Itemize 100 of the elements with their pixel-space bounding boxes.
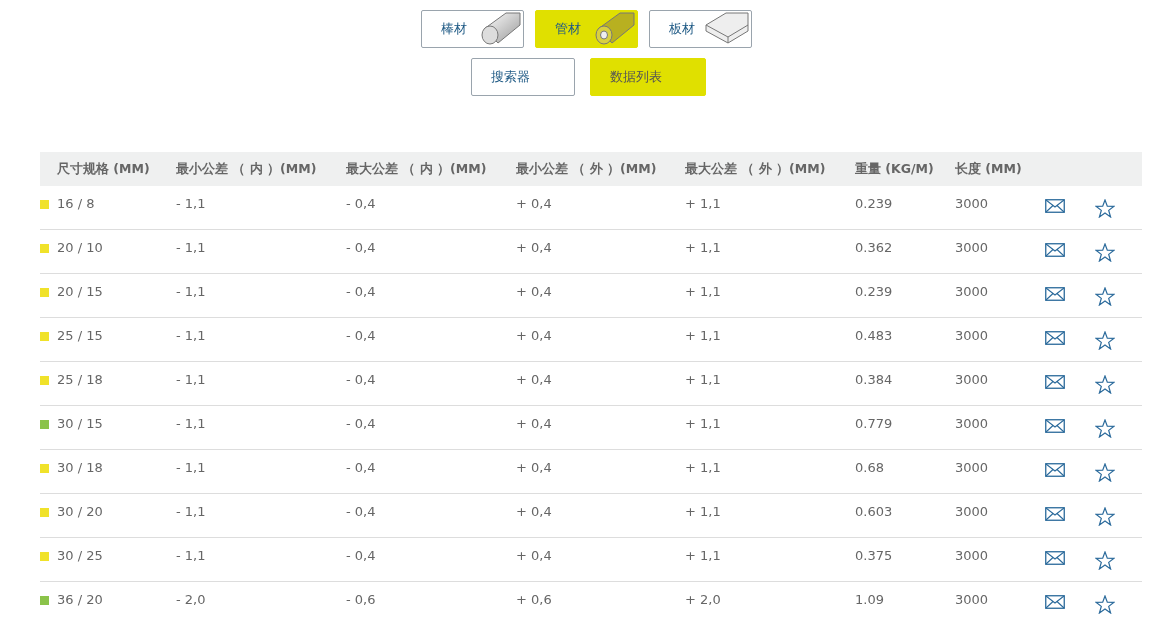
- table-cell-text: - 0,4: [346, 327, 377, 343]
- mail-icon[interactable]: [1045, 551, 1065, 565]
- star-icon[interactable]: [1095, 199, 1115, 218]
- table-cell-text: 3000: [955, 239, 990, 255]
- table-cell-text: + 0,4: [516, 415, 553, 431]
- table-cell-text: + 1,1: [685, 503, 722, 519]
- table-cell-text: 0.375: [855, 547, 894, 563]
- mail-icon[interactable]: [1045, 463, 1065, 477]
- table-cell-text: + 0,4: [516, 503, 553, 519]
- mail-icon[interactable]: [1045, 287, 1065, 301]
- material-tab[interactable]: 板材: [648, 10, 752, 48]
- table-cell-text: 0.483: [855, 327, 894, 343]
- mail-icon[interactable]: [1045, 595, 1065, 609]
- table-cell-text: - 0,4: [346, 283, 377, 299]
- table-cell-text: - 1,1: [176, 195, 207, 211]
- material-tab[interactable]: 棒材: [420, 10, 524, 48]
- table-cell-text: 0.362: [855, 239, 894, 255]
- table-cell-text: - 0,4: [346, 459, 377, 475]
- table-cell-text: - 1,1: [176, 503, 207, 519]
- table-cell-text: 3000: [955, 327, 990, 343]
- table-cell-text: 0.239: [855, 283, 894, 299]
- table-cell-text: 0.68: [855, 459, 885, 475]
- table-cell-text: - 0,4: [346, 547, 377, 563]
- column-header: 最小公差 （ 内 ）(MM): [176, 160, 318, 178]
- table-cell-text: 3000: [955, 547, 990, 563]
- table-cell-text: + 0,4: [516, 459, 553, 475]
- table-cell-text: 3000: [955, 195, 990, 211]
- star-icon[interactable]: [1095, 595, 1115, 614]
- table-cell-text: + 0,4: [516, 239, 553, 255]
- table-cell-text: 20 / 15: [57, 283, 104, 299]
- table-cell-text: 25 / 18: [57, 371, 104, 387]
- table-cell-text: 3000: [955, 459, 990, 475]
- column-header: 尺寸规格 (MM): [57, 160, 151, 178]
- table-cell-text: + 1,1: [685, 239, 722, 255]
- mail-icon[interactable]: [1045, 199, 1065, 213]
- table-cell-text: + 1,1: [685, 459, 722, 475]
- table-cell-text: 1.09: [855, 591, 885, 607]
- view-tab[interactable]: 数据列表: [589, 58, 706, 96]
- table-cell-text: 3000: [955, 415, 990, 431]
- material-tab[interactable]: 管材: [534, 10, 638, 48]
- star-icon[interactable]: [1095, 331, 1115, 350]
- table-cell-text: + 0,6: [516, 591, 553, 607]
- table-cell-text: + 1,1: [685, 195, 722, 211]
- column-header: 最大公差 （ 外 ）(MM): [685, 160, 827, 178]
- mail-icon[interactable]: [1045, 331, 1065, 345]
- table-cell-text: 0.384: [855, 371, 894, 387]
- table-cell-text: - 1,1: [176, 327, 207, 343]
- table-cell-text: 3000: [955, 503, 990, 519]
- table-cell-text: - 0,6: [346, 591, 377, 607]
- table-cell-text: - 1,1: [176, 459, 207, 475]
- column-header: 重量 (KG/M): [855, 160, 935, 178]
- table-cell-text: + 1,1: [685, 415, 722, 431]
- table-cell-text: - 1,1: [176, 415, 207, 431]
- table-cell-text: - 2,0: [176, 591, 207, 607]
- table-cell-text: + 0,4: [516, 283, 553, 299]
- table-cell-text: 3000: [955, 591, 990, 607]
- table-cell-text: + 1,1: [685, 327, 722, 343]
- table-cell-text: 30 / 15: [57, 415, 104, 431]
- star-icon[interactable]: [1095, 419, 1115, 438]
- mail-icon[interactable]: [1045, 507, 1065, 521]
- mail-icon[interactable]: [1045, 375, 1065, 389]
- table-cell-text: 30 / 25: [57, 547, 104, 563]
- view-tab[interactable]: 搜索器: [470, 58, 575, 96]
- table-cell-text: 0.239: [855, 195, 894, 211]
- table-cell-text: - 1,1: [176, 547, 207, 563]
- table-cell-text: 30 / 18: [57, 459, 104, 475]
- star-icon[interactable]: [1095, 375, 1115, 394]
- table-cell-text: + 2,0: [685, 591, 722, 607]
- star-icon[interactable]: [1095, 551, 1115, 570]
- table-cell-text: + 0,4: [516, 327, 553, 343]
- table-cell-text: 16 / 8: [57, 195, 96, 211]
- star-icon[interactable]: [1095, 243, 1115, 262]
- mail-icon[interactable]: [1045, 419, 1065, 433]
- table-cell-text: - 1,1: [176, 283, 207, 299]
- mail-icon[interactable]: [1045, 243, 1065, 257]
- table-cell-text: - 1,1: [176, 239, 207, 255]
- table-cell-text: + 0,4: [516, 547, 553, 563]
- table-cell-text: + 1,1: [685, 283, 722, 299]
- star-icon[interactable]: [1095, 507, 1115, 526]
- table-cell-text: 36 / 20: [57, 591, 104, 607]
- star-icon[interactable]: [1095, 463, 1115, 482]
- table-cell-text: - 1,1: [176, 371, 207, 387]
- table-cell-text: 25 / 15: [57, 327, 104, 343]
- column-header: 最大公差 （ 内 ）(MM): [346, 160, 488, 178]
- column-header: 长度 (MM): [955, 160, 1023, 178]
- table-cell-text: 0.779: [855, 415, 894, 431]
- table-cell-text: + 0,4: [516, 195, 553, 211]
- table-cell-text: - 0,4: [346, 415, 377, 431]
- table-cell-text: - 0,4: [346, 503, 377, 519]
- table-cell-text: - 0,4: [346, 371, 377, 387]
- column-header: 最小公差 （ 外 ）(MM): [516, 160, 658, 178]
- table-cell-text: 30 / 20: [57, 503, 104, 519]
- table-cell-text: + 1,1: [685, 547, 722, 563]
- table-cell-text: + 0,4: [516, 371, 553, 387]
- table-cell-text: + 1,1: [685, 371, 722, 387]
- star-icon[interactable]: [1095, 287, 1115, 306]
- table-cell-text: 0.603: [855, 503, 894, 519]
- table-cell-text: 20 / 10: [57, 239, 104, 255]
- table-cell-text: 3000: [955, 283, 990, 299]
- table-cell-text: 3000: [955, 371, 990, 387]
